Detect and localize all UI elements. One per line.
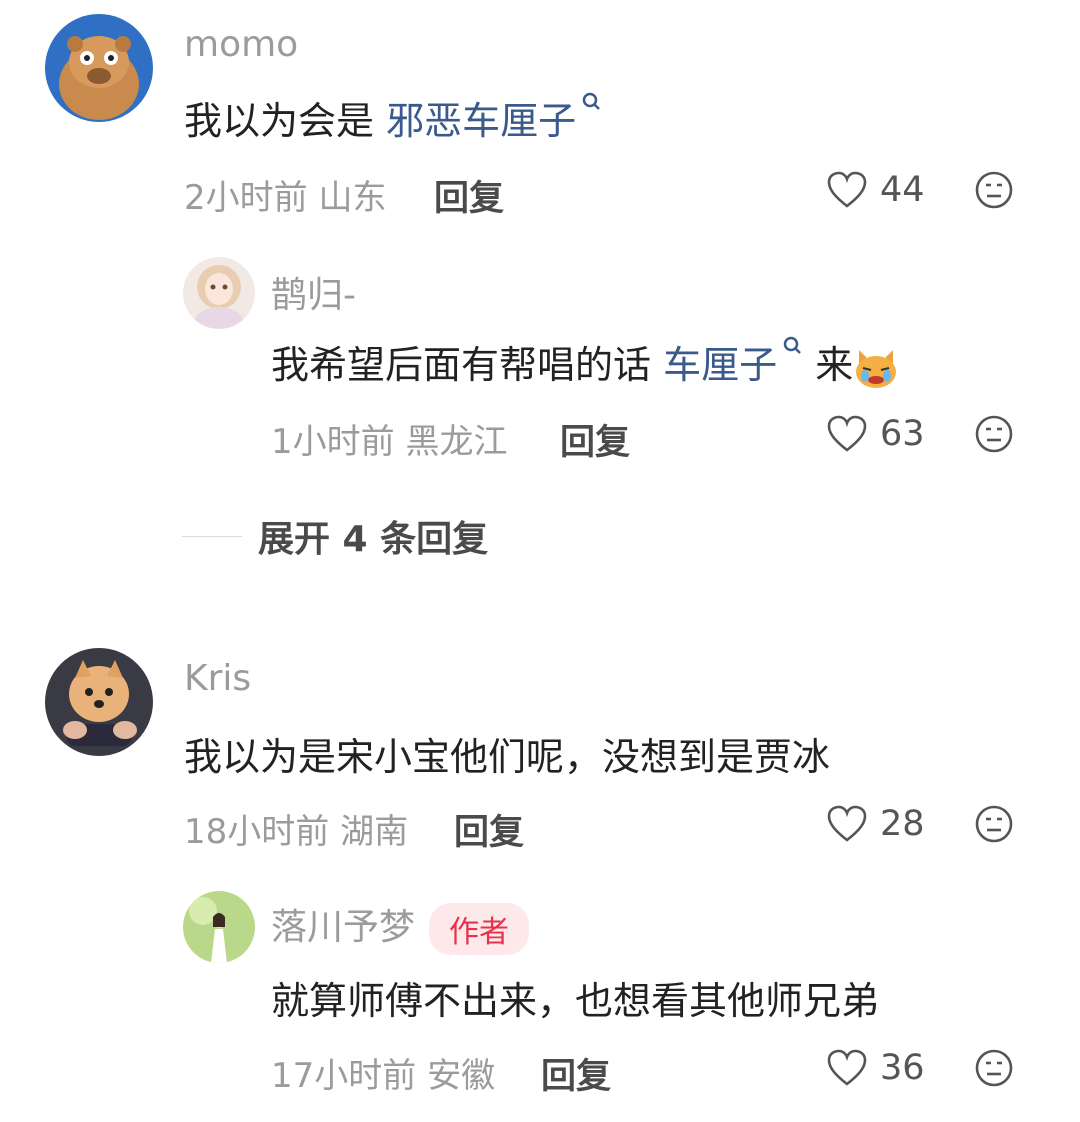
like-button[interactable]: 63 [826, 414, 925, 454]
meh-face-icon[interactable] [974, 804, 1014, 844]
username: 落川予梦 作者 [271, 898, 530, 955]
girl-avatar-icon [183, 891, 255, 963]
doll-avatar-icon [183, 257, 255, 329]
username[interactable]: 鹊归- [271, 266, 356, 318]
username[interactable]: momo [184, 24, 298, 65]
search-link[interactable]: 邪恶车厘子 [386, 99, 576, 143]
meh-face-icon[interactable] [974, 170, 1014, 210]
comment-meta: 17小时前 安徽 [271, 1056, 496, 1096]
author-badge: 作者 [429, 903, 530, 955]
avatar[interactable] [45, 648, 153, 756]
meh-face-icon[interactable] [974, 1048, 1014, 1088]
search-icon [582, 92, 600, 110]
like-button[interactable]: 44 [826, 170, 925, 210]
heart-icon [827, 415, 867, 452]
comment-text: 我以为会是 邪恶车厘子 [184, 90, 602, 145]
username[interactable]: Kris [184, 658, 251, 699]
capybara-avatar-icon [45, 14, 153, 122]
avatar[interactable] [183, 257, 255, 329]
like-count: 36 [880, 1048, 925, 1088]
meh-face-icon[interactable] [974, 414, 1014, 454]
crying-cat-emoji [856, 349, 897, 388]
like-button[interactable]: 36 [826, 1048, 925, 1088]
heart-icon [827, 1049, 867, 1086]
expand-replies-button[interactable]: 展开 4 条回复 [182, 510, 488, 562]
search-icon [783, 336, 801, 354]
comment-text: 我希望后面有帮唱的话 车厘子 来 [271, 334, 899, 390]
heart-icon [827, 805, 867, 842]
search-link[interactable]: 车厘子 [663, 343, 777, 387]
like-count: 44 [880, 170, 925, 210]
expand-replies-label: 展开 4 条回复 [258, 519, 489, 560]
reply-button[interactable]: 回复 [560, 414, 630, 465]
comment-text: 就算师傅不出来，也想看其他师兄弟 [271, 979, 880, 1023]
reply-button[interactable]: 回复 [454, 804, 524, 855]
comment-meta: 2小时前 山东 [184, 178, 387, 218]
heart-icon [827, 171, 867, 208]
divider [182, 535, 242, 537]
like-count: 63 [880, 414, 925, 454]
reply-button[interactable]: 回复 [434, 170, 504, 221]
like-button[interactable]: 28 [826, 804, 925, 844]
comment-text: 我以为是宋小宝他们呢，没想到是贾冰 [184, 735, 831, 779]
dog-avatar-icon [45, 648, 153, 756]
reply-button[interactable]: 回复 [541, 1048, 611, 1099]
like-count: 28 [880, 804, 925, 844]
comment-meta: 18小时前 湖南 [184, 812, 409, 852]
comment-meta: 1小时前 黑龙江 [271, 422, 508, 462]
avatar[interactable] [45, 14, 153, 122]
avatar[interactable] [183, 891, 255, 963]
